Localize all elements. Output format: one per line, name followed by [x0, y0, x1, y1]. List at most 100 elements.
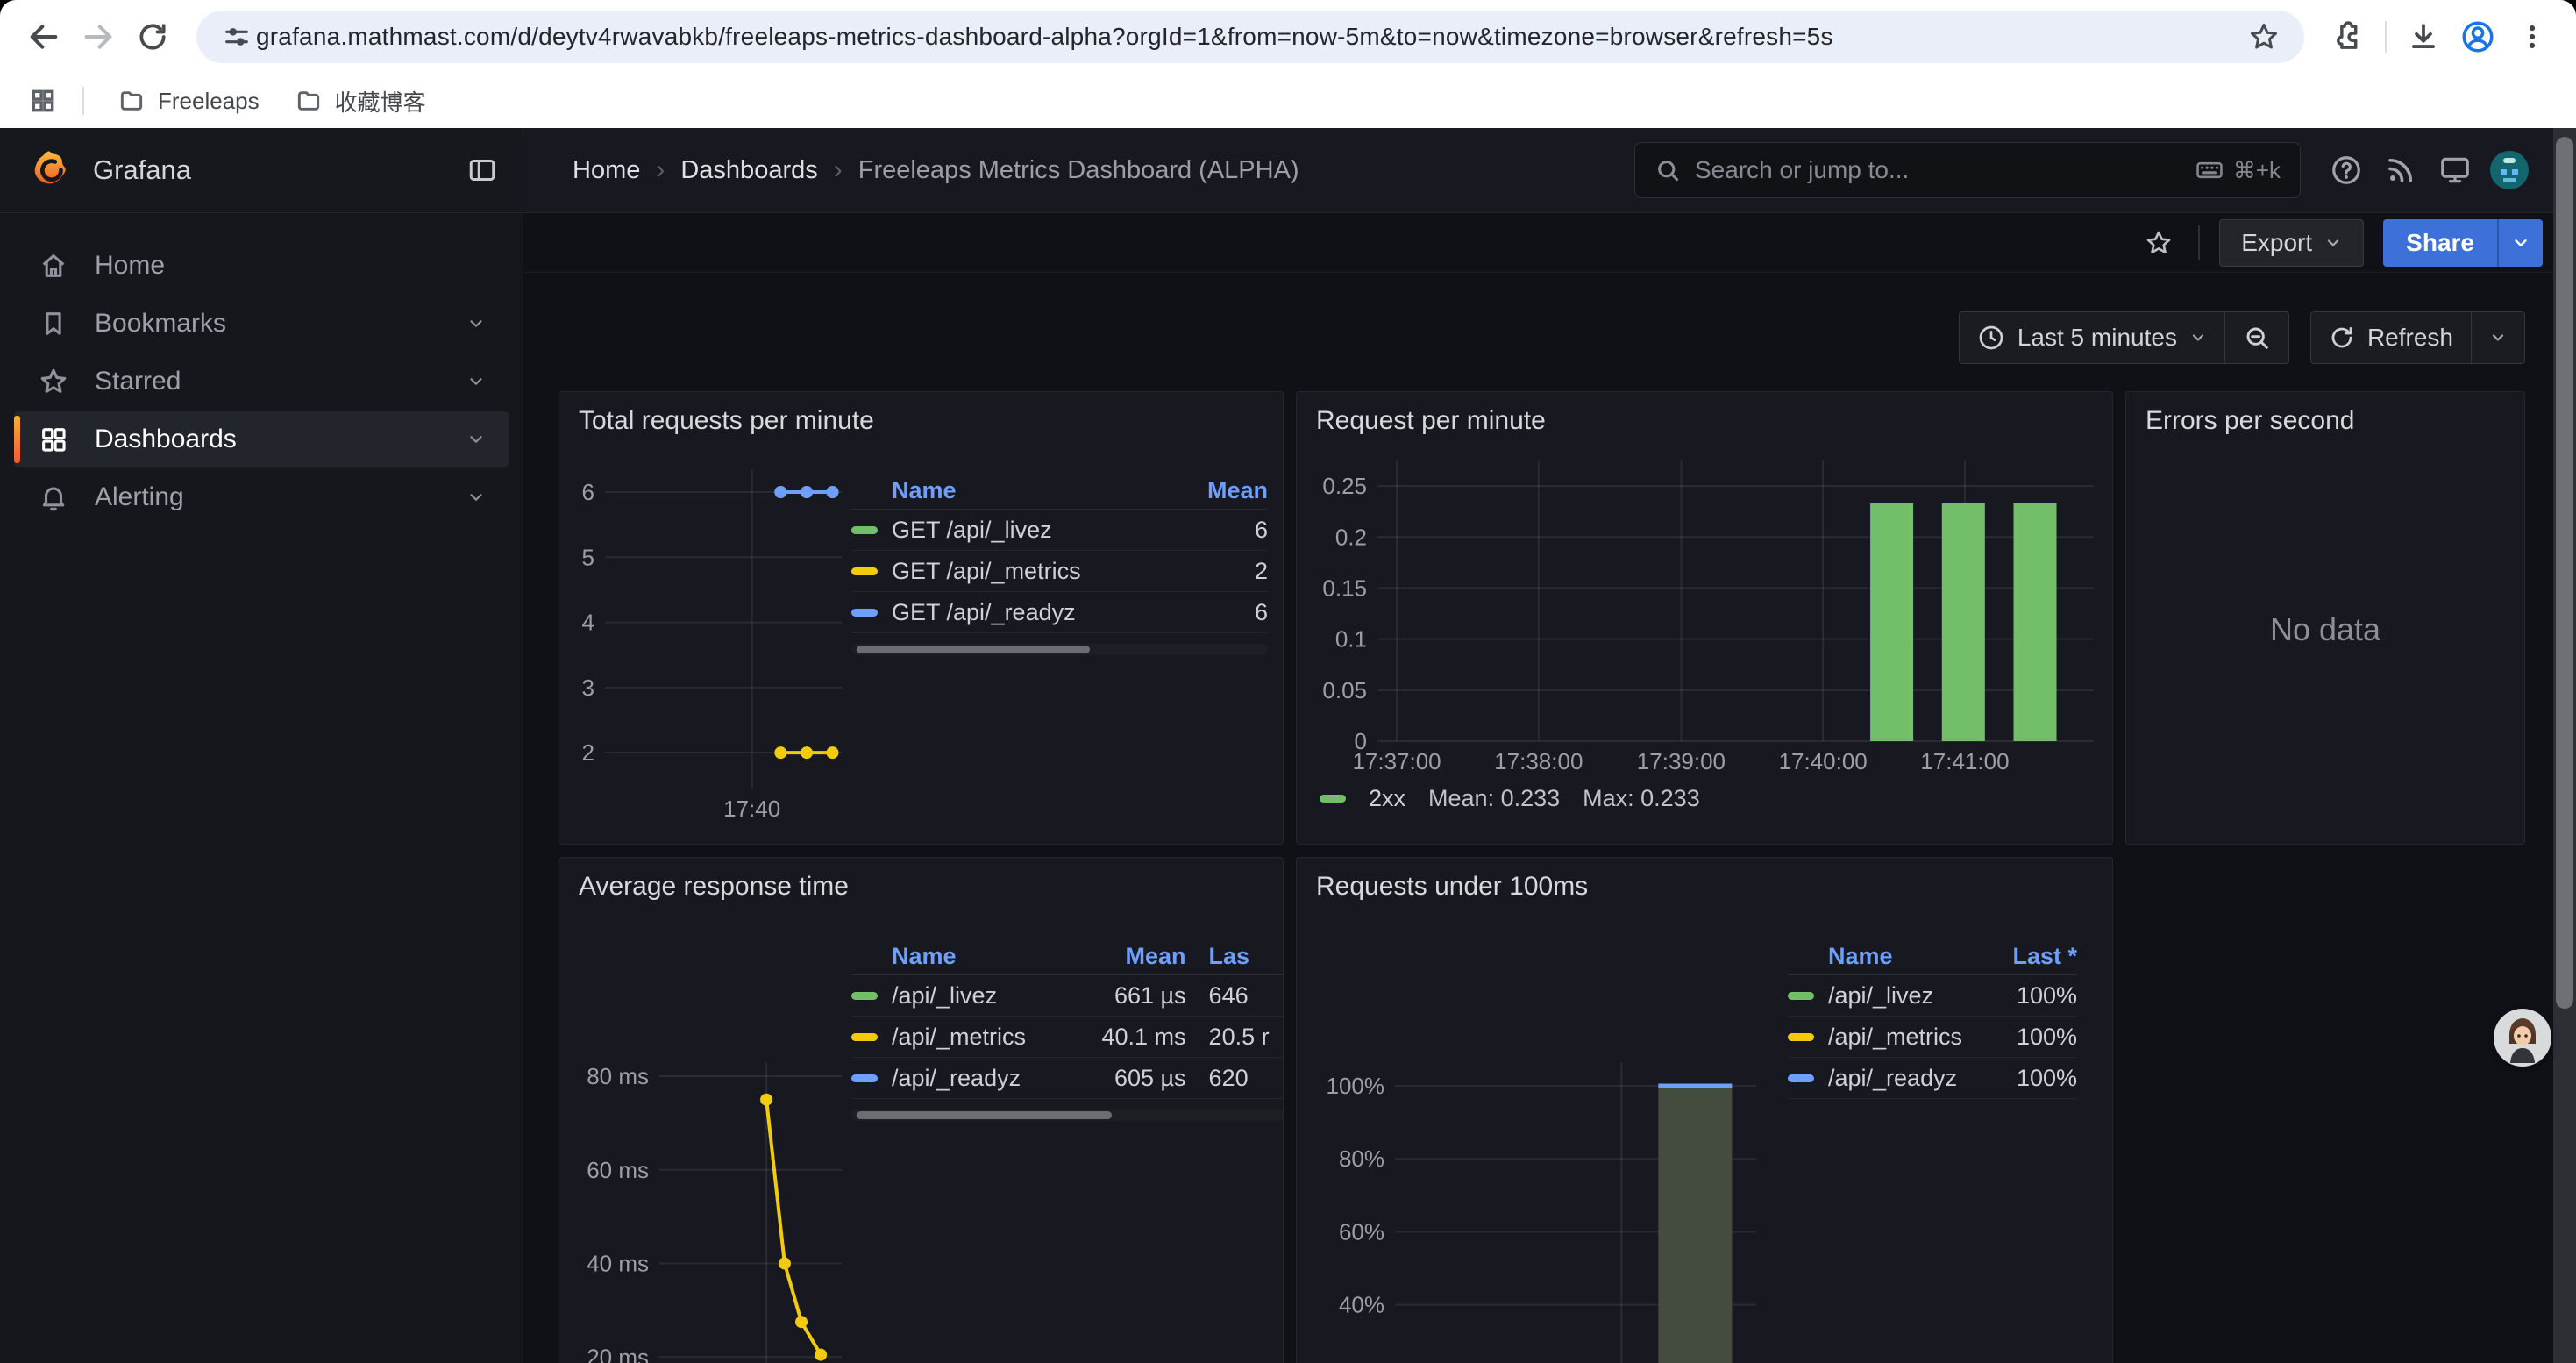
news-rss-button[interactable]: [2378, 147, 2423, 193]
sidebar-collapse-button[interactable]: [466, 154, 498, 186]
rss-icon: [2385, 154, 2416, 186]
legend-dash-cell: [1788, 1074, 1828, 1082]
sidebar-item-dashboards[interactable]: Dashboards: [14, 411, 509, 467]
chart-requests-under-100ms[interactable]: 17:40100%80%60%40%20%0%: [1307, 1055, 1763, 1363]
breadcrumb-dashboards[interactable]: Dashboards: [680, 156, 817, 185]
series-name: 2xx: [1369, 785, 1405, 812]
search-input[interactable]: Search or jump to... ⌘+k: [1634, 142, 2301, 198]
share-split-button: Share: [2383, 219, 2543, 267]
chevron-down-icon[interactable]: [466, 488, 486, 507]
series-dash[interactable]: [1788, 1033, 1814, 1041]
legend-table-under-100ms[interactable]: NameLast */api/_livez100%/api/_metrics10…: [1788, 938, 2077, 1099]
legend-cell: GET /api/_readyz: [892, 599, 1163, 626]
download-icon: [2407, 20, 2440, 54]
series-dash[interactable]: [1788, 992, 1814, 1000]
legend-hscrollbar-thumb[interactable]: [857, 646, 1090, 653]
series-dash[interactable]: [1788, 1074, 1814, 1082]
sidebar-item-alerting[interactable]: Alerting: [14, 469, 509, 525]
chart-average-response-time[interactable]: 17:4080 ms60 ms40 ms20 ms0 s: [568, 1055, 849, 1363]
series-dash[interactable]: [851, 609, 878, 617]
girl-avatar-icon: [2497, 1012, 2548, 1063]
extensions-button[interactable]: [2325, 14, 2371, 60]
back-button[interactable]: [21, 14, 67, 60]
bookmark-folder-freeleaps[interactable]: Freeleaps: [103, 80, 274, 122]
panel-title[interactable]: Requests under 100ms: [1297, 858, 2112, 916]
sidebar-item-home[interactable]: Home: [14, 238, 509, 294]
legend-row[interactable]: /api/_readyz100%: [1788, 1058, 2077, 1099]
page-scrollbar[interactable]: [2553, 128, 2576, 1363]
legend-row[interactable]: GET /api/_metrics2: [851, 551, 1268, 592]
home-icon: [39, 251, 74, 281]
chart-total-requests[interactable]: 17:4065432: [568, 462, 849, 820]
refresh-button[interactable]: Refresh: [2311, 312, 2471, 363]
time-controls-row: Last 5 minutes Refresh: [523, 273, 2576, 364]
help-button[interactable]: [2323, 147, 2369, 193]
legend-table-total-requests[interactable]: NameMeanGET /api/_livez6GET /api/_metric…: [851, 473, 1268, 655]
chart-request-per-minute[interactable]: 17:37:0017:38:0017:39:0017:40:0017:41:00…: [1307, 453, 2101, 773]
panel-request-per-minute: Request per minute 17:37:0017:38:0017:39…: [1296, 391, 2113, 845]
apps-grid-icon: [29, 87, 57, 115]
legend-table-response-time[interactable]: NameMeanLas/api/_livez661 µs646/api/_met…: [851, 938, 1284, 1121]
kiosk-monitor-button[interactable]: [2432, 147, 2478, 193]
panel-title[interactable]: Errors per second: [2126, 392, 2524, 450]
panel-title[interactable]: Total requests per minute: [559, 392, 1283, 450]
legend-row[interactable]: GET /api/_livez6: [851, 510, 1268, 551]
legend-row[interactable]: /api/_readyz605 µs620: [851, 1058, 1284, 1099]
refresh-interval-button[interactable]: [2472, 312, 2524, 363]
legend-row[interactable]: /api/_metrics40.1 ms20.5 r: [851, 1017, 1284, 1058]
grafana-logo[interactable]: [30, 150, 70, 190]
legend-row[interactable]: /api/_livez100%: [1788, 975, 2077, 1017]
sidebar-item-starred[interactable]: Starred: [14, 353, 509, 410]
panel-title[interactable]: Average response time: [559, 858, 1283, 916]
legend-2xx[interactable]: 2xx Mean: 0.233 Max: 0.233: [1320, 785, 1700, 812]
series-dash[interactable]: [851, 1074, 878, 1082]
share-button[interactable]: Share: [2383, 219, 2497, 267]
address-bar[interactable]: grafana.mathmast.com/d/deytv4rwavabkb/fr…: [196, 11, 2304, 63]
legend-hscrollbar[interactable]: [851, 1110, 1284, 1121]
chevron-down-icon[interactable]: [466, 314, 486, 333]
chevron-down-icon[interactable]: [466, 372, 486, 391]
series-dash[interactable]: [851, 1033, 878, 1041]
share-menu-button[interactable]: [2497, 219, 2543, 267]
profile-button[interactable]: [2455, 14, 2501, 60]
browser-menu-button[interactable]: [2509, 14, 2555, 60]
legend-row[interactable]: /api/_metrics100%: [1788, 1017, 2077, 1058]
forward-button[interactable]: [75, 14, 121, 60]
legend-hscrollbar[interactable]: [851, 644, 1268, 655]
series-dash[interactable]: [851, 992, 878, 1000]
legend-cell: Name: [1828, 943, 1963, 970]
dashboard-actions-row: Export Share: [523, 213, 2576, 273]
time-range-picker[interactable]: Last 5 minutes: [1960, 312, 2224, 363]
bookmark-star-button[interactable]: [2241, 14, 2287, 60]
series-mean: Mean: 0.233: [1428, 785, 1560, 812]
panel-title[interactable]: Request per minute: [1297, 392, 2112, 450]
legend-row[interactable]: GET /api/_readyz6: [851, 592, 1268, 633]
brand-name[interactable]: Grafana: [93, 154, 466, 186]
bookmark-folder-blogs[interactable]: 收藏博客: [281, 78, 440, 125]
breadcrumb-home[interactable]: Home: [573, 156, 640, 185]
download-button[interactable]: [2401, 14, 2446, 60]
bell-icon: [39, 482, 74, 512]
chevron-down-icon[interactable]: [466, 430, 486, 449]
sidebar-item-bookmarks[interactable]: Bookmarks: [14, 296, 509, 352]
site-settings-icon[interactable]: [217, 14, 256, 60]
legend-dash-cell: [851, 1074, 892, 1082]
series-dash[interactable]: [851, 526, 878, 534]
legend-row[interactable]: /api/_livez661 µs646: [851, 975, 1284, 1017]
legend-cell: Name: [892, 943, 1078, 970]
svg-text:17:38:00: 17:38:00: [1494, 748, 1583, 773]
scrollbar-thumb[interactable]: [2556, 137, 2573, 1009]
favorite-dashboard-button[interactable]: [2138, 223, 2179, 263]
user-avatar[interactable]: [2487, 147, 2532, 193]
export-button[interactable]: Export: [2219, 219, 2364, 267]
sidebar-item-label: Dashboards: [95, 425, 466, 454]
reload-button[interactable]: [130, 14, 175, 60]
url-text[interactable]: grafana.mathmast.com/d/deytv4rwavabkb/fr…: [256, 23, 2241, 51]
floating-assistant-avatar[interactable]: [2494, 1009, 2551, 1067]
legend-header-row: NameLast *: [1788, 938, 2077, 975]
apps-grid-button[interactable]: [23, 78, 63, 124]
series-dash[interactable]: [851, 567, 878, 575]
zoom-out-button[interactable]: [2225, 312, 2288, 363]
legend-hscrollbar-thumb[interactable]: [857, 1111, 1112, 1119]
sidebar: Grafana Home Bookmarks Starred: [0, 128, 523, 1363]
